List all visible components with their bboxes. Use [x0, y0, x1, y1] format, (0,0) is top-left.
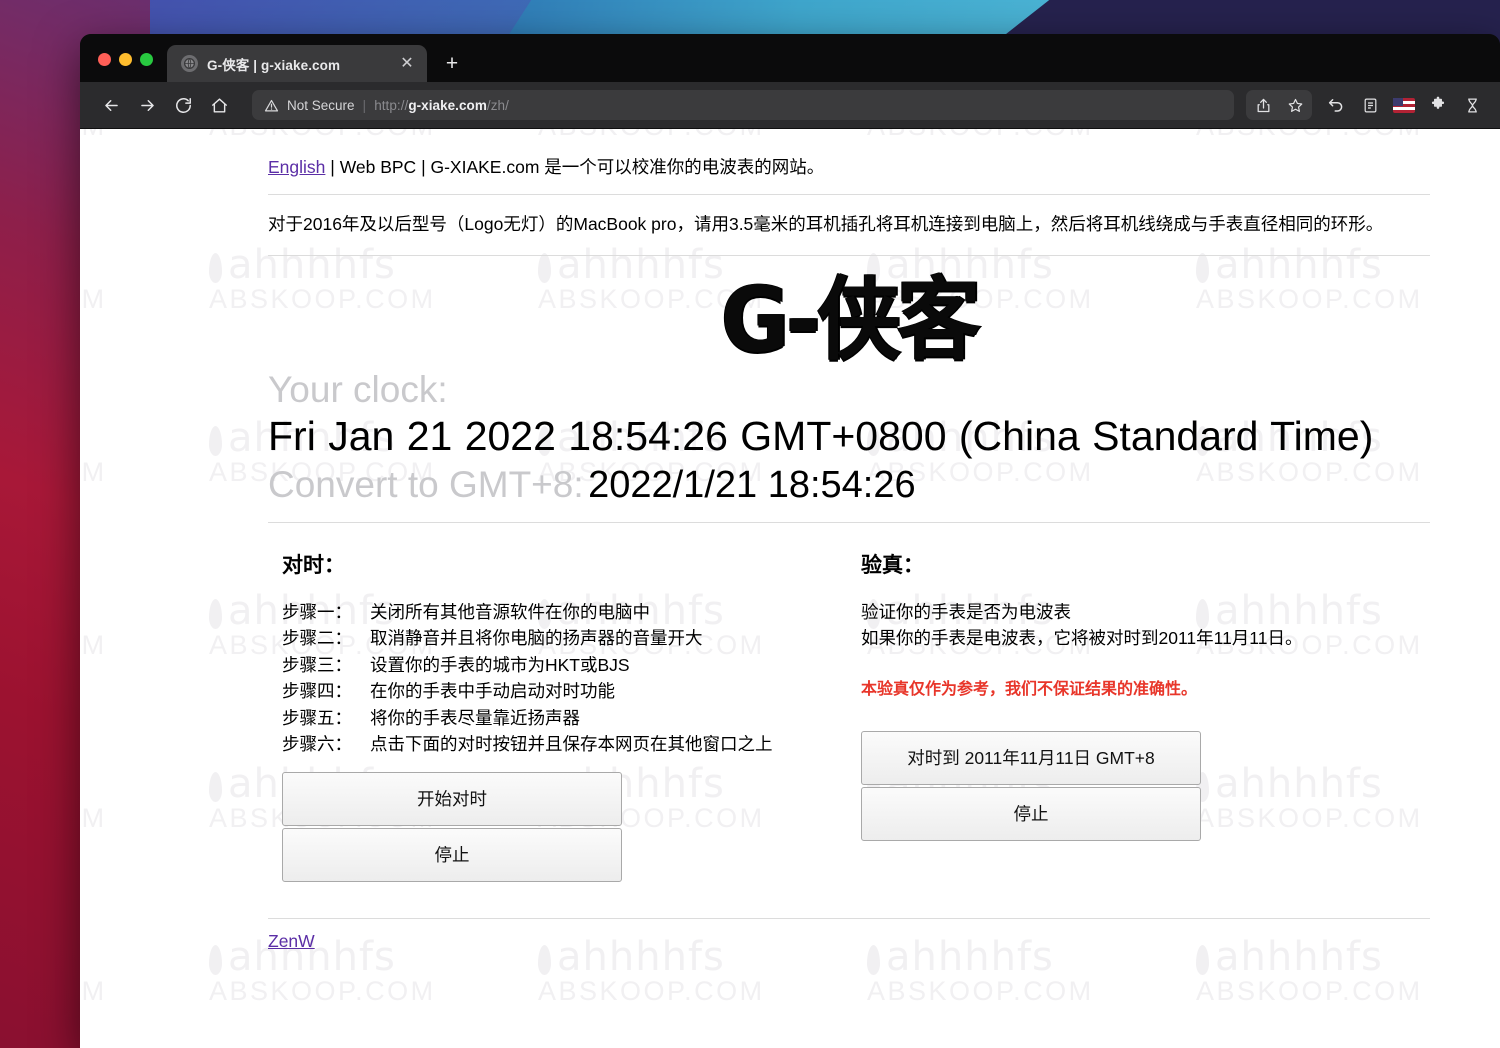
watermark-line-2: ABSKOOP.COM	[209, 976, 539, 1007]
sync-heading: 对时：	[282, 549, 853, 579]
step-text: 设置你的手表的城市为HKT或BJS	[370, 655, 630, 675]
list-item: 步骤三： 设置你的手表的城市为HKT或BJS	[282, 652, 853, 679]
list-item: 步骤一： 关闭所有其他音源软件在你的电脑中	[282, 599, 853, 626]
site-logo: G-侠客	[721, 275, 978, 365]
verify-column: 验真： 验证你的手表是否为电波表 如果你的手表是电波表，它将被对时到2011年1…	[859, 523, 1430, 882]
step-text: 点击下面的对时按钮并且保存本网页在其他窗口之上	[370, 734, 773, 754]
site-logo-wrap: G-侠客	[268, 256, 1430, 367]
verify-buttons: 对时到 2011年11月11日 GMT+8 停止	[861, 731, 1430, 841]
step-label: 步骤五：	[282, 708, 352, 728]
step-label: 步骤四：	[282, 681, 352, 701]
verify-line-1: 验证你的手表是否为电波表	[861, 599, 1430, 626]
share-icon[interactable]	[1247, 90, 1279, 120]
new-tab-button[interactable]: +	[435, 45, 469, 82]
history-back-arrow-icon[interactable]	[1320, 90, 1352, 120]
window-controls	[80, 53, 167, 82]
step-label: 步骤三：	[282, 655, 352, 675]
step-text: 将你的手表尽量靠近扬声器	[370, 708, 580, 728]
zenw-link[interactable]: ZenW	[268, 931, 315, 951]
sync-column: 对时： 步骤一： 关闭所有其他音源软件在你的电脑中 步骤二： 取消静音并且将你电脑的…	[268, 523, 859, 882]
reload-button[interactable]	[166, 90, 200, 120]
close-window-button[interactable]	[98, 53, 111, 66]
address-bar[interactable]: Not Secure | http://g-xiake.com/zh/	[252, 90, 1234, 120]
verify-line-2: 如果你的手表是电波表，它将被对时到2011年11月11日。	[861, 625, 1430, 652]
globe-favicon-icon	[181, 55, 198, 72]
not-secure-warning-icon	[264, 98, 279, 113]
step-label: 步骤一：	[282, 602, 352, 622]
home-button[interactable]	[202, 90, 236, 120]
url-scheme: http://	[374, 98, 408, 113]
reader-page-icon[interactable]	[1354, 90, 1386, 120]
verify-heading: 验真：	[861, 549, 1430, 579]
extensions-puzzle-icon[interactable]	[1422, 90, 1454, 120]
back-button[interactable]	[94, 90, 128, 120]
macbook-notice-text: 对于2016年及以后型号（Logo无灯）的MacBook pro，请用3.5毫米…	[268, 195, 1430, 241]
convert-line: Convert to GMT+8: 2022/1/21 18:54:26	[268, 464, 1430, 508]
browser-tab[interactable]: G-侠客 | g-xiake.com ✕	[167, 45, 427, 82]
step-text: 在你的手表中手动启动对时功能	[370, 681, 615, 701]
forward-button[interactable]	[130, 90, 164, 120]
english-language-link[interactable]: English	[268, 157, 325, 177]
share-bookmark-group	[1246, 90, 1312, 120]
verify-stop-button[interactable]: 停止	[861, 787, 1201, 841]
browser-tab-strip: G-侠客 | g-xiake.com ✕ +	[80, 34, 1500, 82]
maximize-window-button[interactable]	[140, 53, 153, 66]
page-header-line: English | Web BPC | G-XIAKE.com 是一个可以校准你…	[268, 129, 1430, 180]
web-bpc-label: Web BPC	[340, 157, 417, 177]
us-flag-icon[interactable]	[1388, 90, 1420, 120]
header-separator-1: |	[325, 157, 339, 177]
list-item: 步骤四： 在你的手表中手动启动对时功能	[282, 678, 853, 705]
list-item: 步骤二： 取消静音并且将你电脑的扬声器的音量开大	[282, 625, 853, 652]
start-sync-button[interactable]: 开始对时	[282, 772, 622, 826]
step-text: 关闭所有其他音源软件在你的电脑中	[370, 602, 650, 622]
watermark-line-2: ABSKOOP.COM	[867, 976, 1197, 1007]
address-bar-url: http://g-xiake.com/zh/	[374, 98, 509, 113]
your-clock-value: Fri Jan 21 2022 18:54:26 GMT+0800 (China…	[268, 410, 1430, 462]
browser-window: G-侠客 | g-xiake.com ✕ +	[80, 34, 1500, 1048]
page-content: English | Web BPC | G-XIAKE.com 是一个可以校准你…	[80, 129, 1500, 952]
close-tab-button[interactable]: ✕	[397, 54, 417, 74]
list-item: 步骤六： 点击下面的对时按钮并且保存本网页在其他窗口之上	[282, 731, 853, 758]
header-separator-2: |	[416, 157, 430, 177]
us-flag-glyph	[1393, 98, 1415, 113]
step-label: 步骤二：	[282, 628, 352, 648]
browser-toolbar: Not Secure | http://g-xiake.com/zh/	[80, 82, 1500, 129]
minimize-window-button[interactable]	[119, 53, 132, 66]
two-column-section: 对时： 步骤一： 关闭所有其他音源软件在你的电脑中 步骤二： 取消静音并且将你电脑的…	[268, 523, 1430, 882]
security-status-label: Not Secure	[287, 98, 355, 113]
page-footer: ZenW	[268, 919, 1430, 952]
sync-steps-list: 步骤一： 关闭所有其他音源软件在你的电脑中 步骤二： 取消静音并且将你电脑的扬声器的…	[282, 599, 853, 758]
verify-sync-button[interactable]: 对时到 2011年11月11日 GMT+8	[861, 731, 1201, 785]
bookmark-star-icon[interactable]	[1279, 90, 1311, 120]
step-text: 取消静音并且将你电脑的扬声器的音量开大	[370, 628, 703, 648]
toolbar-actions	[1246, 90, 1488, 120]
convert-value: 2022/1/21 18:54:26	[588, 464, 916, 506]
hourglass-icon[interactable]	[1456, 90, 1488, 120]
web-page-viewport: ahhhhfsABSKOOP.COMahhhhfsABSKOOP.COMahhh…	[80, 129, 1500, 1048]
convert-label: Convert to GMT+8:	[268, 464, 584, 505]
watermark-line-2: ABSKOOP.COM	[80, 976, 210, 1007]
list-item: 步骤五： 将你的手表尽量靠近扬声器	[282, 705, 853, 732]
site-tagline: G-XIAKE.com 是一个可以校准你的电波表的网站。	[430, 157, 824, 177]
url-domain: g-xiake.com	[408, 98, 487, 113]
verify-warning-text: 本验真仅作为参考，我们不保证结果的准确性。	[861, 675, 1430, 699]
watermark-line-2: ABSKOOP.COM	[1196, 976, 1500, 1007]
browser-tab-title: G-侠客 | g-xiake.com	[207, 54, 388, 74]
address-bar-separator: |	[363, 97, 367, 113]
stop-sync-button[interactable]: 停止	[282, 828, 622, 882]
url-path: /zh/	[487, 98, 509, 113]
your-clock-label: Your clock:	[268, 371, 1430, 410]
step-label: 步骤六：	[282, 734, 352, 754]
sync-buttons: 开始对时 停止	[282, 772, 853, 882]
watermark-line-2: ABSKOOP.COM	[538, 976, 868, 1007]
